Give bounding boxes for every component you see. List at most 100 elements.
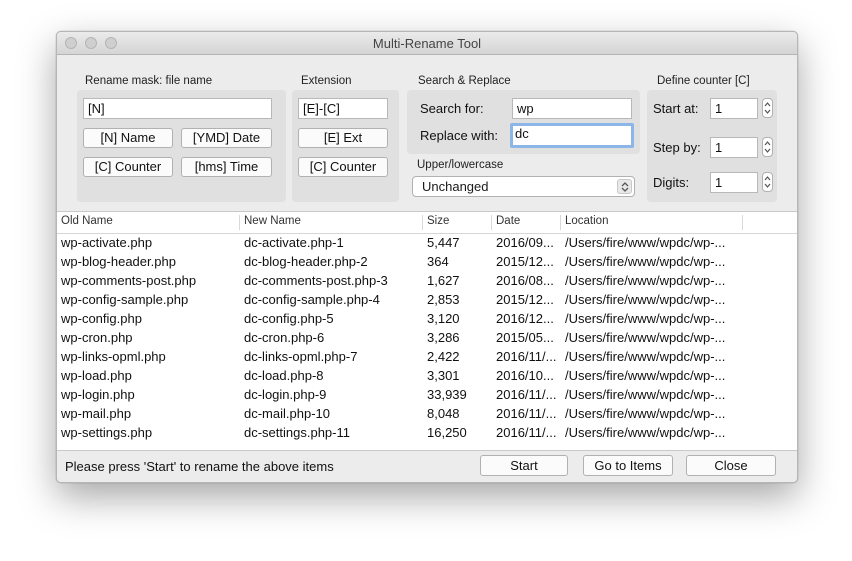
new-name-cell: dc-settings.php-11 xyxy=(244,425,350,440)
date-cell: 2015/12... xyxy=(496,254,554,269)
old-name-cell: wp-config.php xyxy=(61,311,142,326)
date-cell: 2016/11/... xyxy=(496,425,557,440)
column-divider[interactable] xyxy=(742,215,743,230)
location-cell: /Users/fire/www/wpdc/wp-... xyxy=(565,330,726,345)
case-label: Upper/lowercase xyxy=(417,159,504,171)
column-size[interactable]: Size xyxy=(427,215,449,227)
case-select[interactable]: Unchanged xyxy=(412,176,635,197)
old-name-cell: wp-comments-post.php xyxy=(61,273,197,288)
old-name-cell: wp-cron.php xyxy=(61,330,133,345)
select-arrows-icon xyxy=(617,179,632,194)
table-row[interactable]: wp-activate.php dc-activate.php-1 5,447 201… xyxy=(57,234,797,253)
search-for-input[interactable]: wp xyxy=(512,98,632,119)
start-at-label: Start at: xyxy=(653,101,699,116)
status-bar: Please press 'Start' to rename the above… xyxy=(57,450,797,482)
table-row[interactable]: wp-comments-post.php dc-comments-post.php… xyxy=(57,272,797,291)
old-name-cell: wp-links-opml.php xyxy=(61,349,166,364)
size-cell: 2,422 xyxy=(427,349,460,364)
size-cell: 364 xyxy=(427,254,449,269)
column-divider[interactable] xyxy=(239,215,240,230)
old-name-cell: wp-activate.php xyxy=(61,235,153,250)
location-cell: /Users/fire/www/wpdc/wp-... xyxy=(565,235,726,250)
insert-name-button[interactable]: [N] Name xyxy=(83,128,173,148)
start-at-stepper[interactable] xyxy=(762,98,773,118)
table-row[interactable]: wp-config.php dc-config.php-5 3,120 2016/12… xyxy=(57,310,797,329)
location-cell: /Users/fire/www/wpdc/wp-... xyxy=(565,254,726,269)
column-new-name[interactable]: New Name xyxy=(244,215,301,227)
go-to-items-button[interactable]: Go to Items xyxy=(583,455,673,476)
size-cell: 5,447 xyxy=(427,235,460,250)
stepper-arrows-icon xyxy=(764,102,771,114)
digits-label: Digits: xyxy=(653,175,690,190)
column-divider[interactable] xyxy=(422,215,423,230)
replace-with-input[interactable]: dc xyxy=(510,123,634,148)
start-button[interactable]: Start xyxy=(480,455,568,476)
location-cell: /Users/fire/www/wpdc/wp-... xyxy=(565,311,726,326)
old-name-cell: wp-login.php xyxy=(61,387,135,402)
insert-ext-button[interactable]: [E] Ext xyxy=(298,128,388,148)
new-name-cell: dc-comments-post.php-3 xyxy=(244,273,388,288)
date-cell: 2016/11/... xyxy=(496,387,557,402)
date-cell: 2016/12... xyxy=(496,311,554,326)
date-cell: 2016/08... xyxy=(496,273,554,288)
step-by-stepper[interactable] xyxy=(762,137,773,157)
replace-with-label: Replace with: xyxy=(420,128,499,143)
rename-mask-label: Rename mask: file name xyxy=(85,75,213,87)
insert-counter-button[interactable]: [C] Counter xyxy=(83,157,173,177)
rename-mask-input[interactable]: [N] xyxy=(83,98,272,119)
location-cell: /Users/fire/www/wpdc/wp-... xyxy=(565,368,726,383)
new-name-cell: dc-login.php-9 xyxy=(244,387,327,402)
new-name-cell: dc-mail.php-10 xyxy=(244,406,330,421)
table-row[interactable]: wp-cron.php dc-cron.php-6 3,286 2015/05... /… xyxy=(57,329,797,348)
column-location[interactable]: Location xyxy=(565,215,608,227)
location-cell: /Users/fire/www/wpdc/wp-... xyxy=(565,387,726,402)
digits-input[interactable]: 1 xyxy=(710,172,758,193)
table-row[interactable]: wp-blog-header.php dc-blog-header.php-2 36… xyxy=(57,253,797,272)
column-old-name[interactable]: Old Name xyxy=(61,215,113,227)
close-button[interactable]: Close xyxy=(686,455,776,476)
location-cell: /Users/fire/www/wpdc/wp-... xyxy=(565,425,726,440)
table-row[interactable]: wp-config-sample.php dc-config-sample.php… xyxy=(57,291,797,310)
extension-label: Extension xyxy=(301,75,352,87)
new-name-cell: dc-blog-header.php-2 xyxy=(244,254,368,269)
size-cell: 8,048 xyxy=(427,406,460,421)
column-divider[interactable] xyxy=(491,215,492,230)
table-row[interactable]: wp-settings.php dc-settings.php-11 16,250 2… xyxy=(57,424,797,443)
size-cell: 3,286 xyxy=(427,330,460,345)
column-date[interactable]: Date xyxy=(496,215,520,227)
search-for-label: Search for: xyxy=(420,101,484,116)
table-row[interactable]: wp-login.php dc-login.php-9 33,939 2016/11/… xyxy=(57,386,797,405)
size-cell: 1,627 xyxy=(427,273,460,288)
step-by-input[interactable]: 1 xyxy=(710,137,758,158)
date-cell: 2016/11/... xyxy=(496,406,557,421)
extension-input[interactable]: [E]-[C] xyxy=(298,98,388,119)
new-name-cell: dc-cron.php-6 xyxy=(244,330,325,345)
digits-stepper[interactable] xyxy=(762,172,773,192)
insert-time-button[interactable]: [hms] Time xyxy=(181,157,272,177)
new-name-cell: dc-activate.php-1 xyxy=(244,235,344,250)
date-cell: 2016/10... xyxy=(496,368,554,383)
date-cell: 2015/05... xyxy=(496,330,554,345)
table-row[interactable]: wp-load.php dc-load.php-8 3,301 2016/10... /… xyxy=(57,367,797,386)
date-cell: 2016/09... xyxy=(496,235,554,250)
column-divider[interactable] xyxy=(560,215,561,230)
title-bar[interactable]: Multi-Rename Tool xyxy=(57,32,797,55)
multi-rename-window: Multi-Rename Tool Rename mask: file name… xyxy=(56,31,798,483)
start-at-input[interactable]: 1 xyxy=(710,98,758,119)
insert-ext-counter-button[interactable]: [C] Counter xyxy=(298,157,388,177)
window-title: Multi-Rename Tool xyxy=(372,36,482,51)
stepper-arrows-icon xyxy=(764,141,771,153)
case-selected-value: Unchanged xyxy=(422,179,489,194)
new-name-cell: dc-config.php-5 xyxy=(244,311,334,326)
table-row[interactable]: wp-mail.php dc-mail.php-10 8,048 2016/11/..… xyxy=(57,405,797,424)
size-cell: 16,250 xyxy=(427,425,467,440)
old-name-cell: wp-config-sample.php xyxy=(61,292,189,307)
location-cell: /Users/fire/www/wpdc/wp-... xyxy=(565,349,726,364)
size-cell: 3,301 xyxy=(427,368,460,383)
table-row[interactable]: wp-links-opml.php dc-links-opml.php-7 2,42… xyxy=(57,348,797,367)
insert-date-button[interactable]: [YMD] Date xyxy=(181,128,272,148)
old-name-cell: wp-settings.php xyxy=(61,425,153,440)
size-cell: 33,939 xyxy=(427,387,467,402)
counter-label: Define counter [C] xyxy=(657,75,750,87)
file-list-table[interactable]: Old Name New Name Size Date Location wp-… xyxy=(57,211,797,451)
